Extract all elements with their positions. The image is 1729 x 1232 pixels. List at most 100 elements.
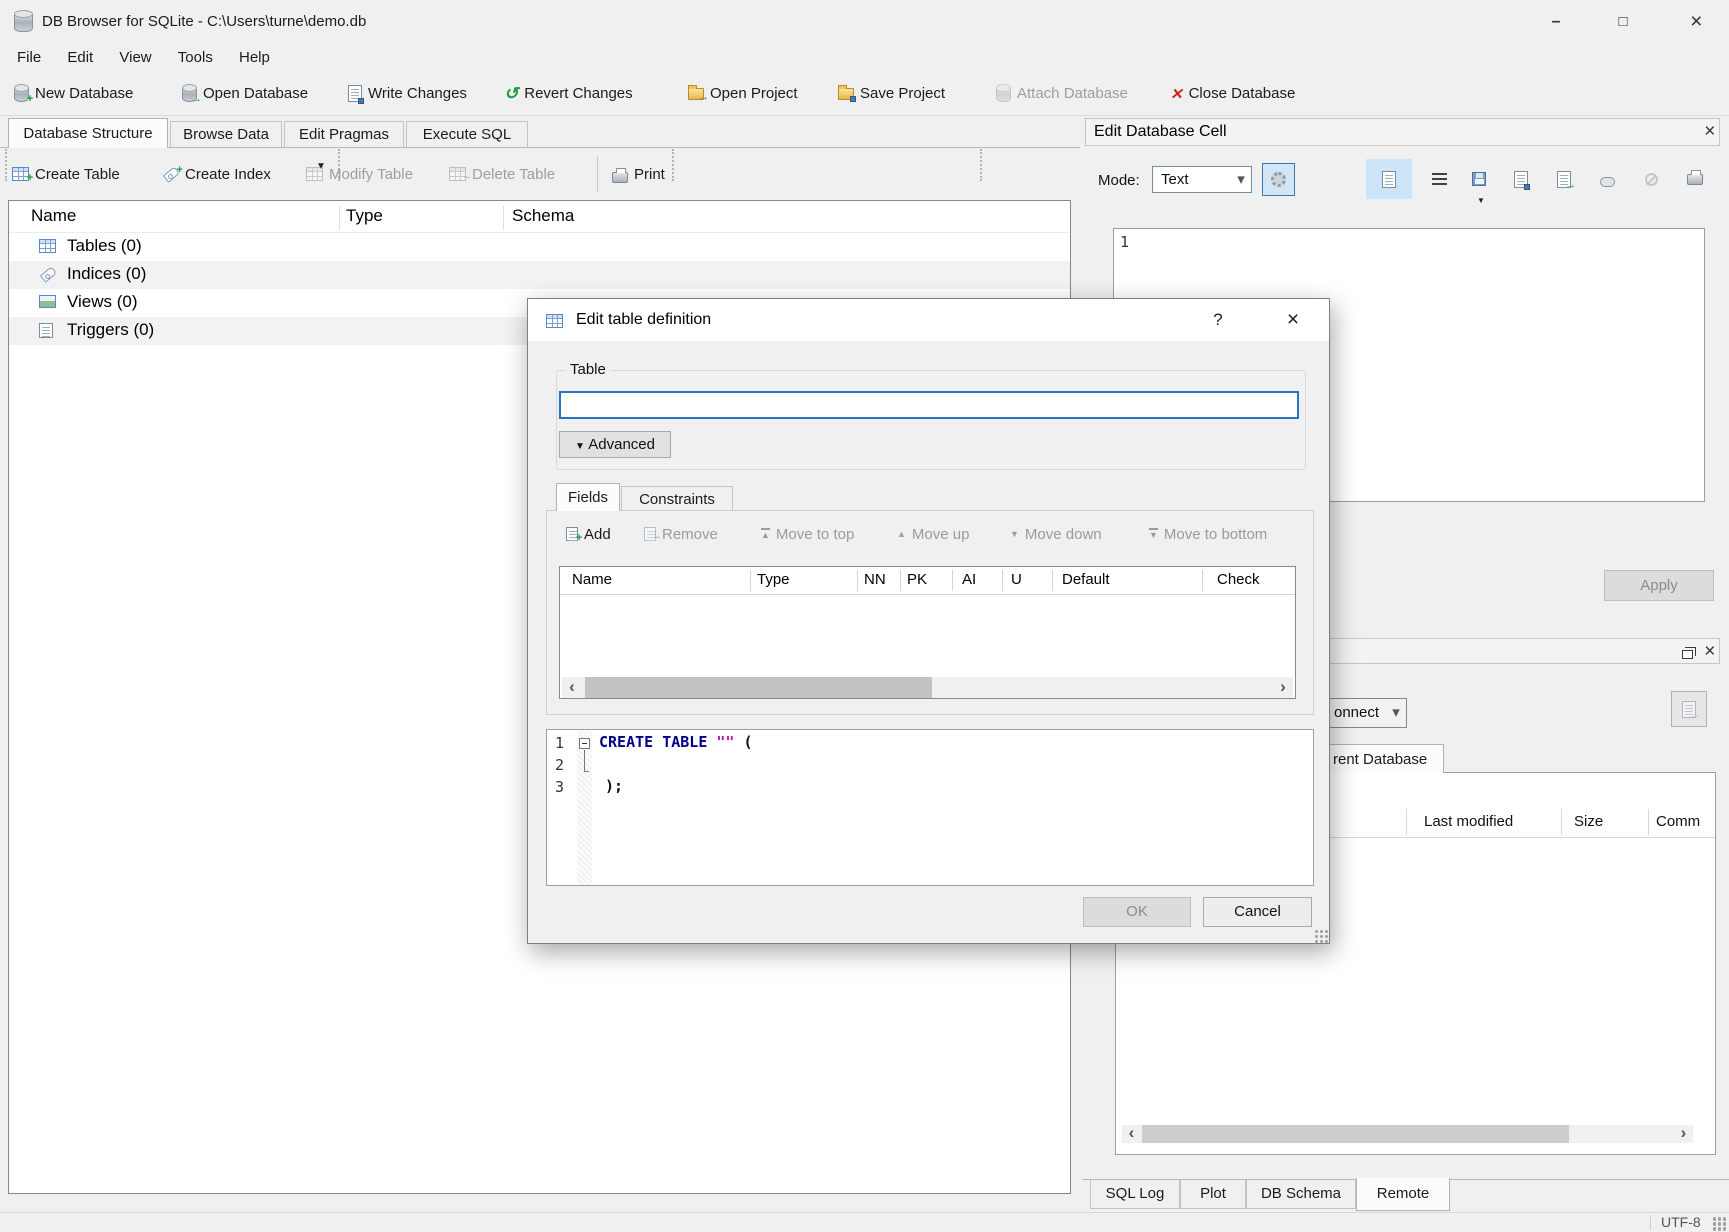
- export-data-button[interactable]: [1508, 166, 1534, 192]
- tab-constraints[interactable]: Constraints: [621, 486, 733, 511]
- tree-row-tables[interactable]: Tables (0): [9, 233, 1070, 261]
- fold-collapse-icon[interactable]: [579, 738, 590, 749]
- col-name[interactable]: Name: [572, 571, 612, 588]
- tab-database-structure[interactable]: Database Structure: [8, 118, 168, 148]
- menu-help[interactable]: Help: [228, 44, 281, 71]
- print-icon: [612, 172, 628, 183]
- float-panel-icon[interactable]: [1682, 650, 1693, 659]
- dialog-title: Edit table definition: [576, 299, 711, 341]
- close-button[interactable]: [1674, 0, 1718, 44]
- close-panel-icon[interactable]: [1704, 119, 1715, 145]
- column-divider[interactable]: [339, 206, 340, 230]
- new-database-icon: [14, 85, 29, 102]
- column-divider: [900, 570, 901, 591]
- col-default[interactable]: Default: [1062, 571, 1110, 588]
- auto-apply-toggle[interactable]: [1262, 163, 1295, 196]
- print-button[interactable]: Print: [612, 152, 665, 196]
- new-database-button[interactable]: New Database: [14, 71, 133, 116]
- tree-column-schema[interactable]: Schema: [512, 206, 574, 226]
- tree-column-type[interactable]: Type: [346, 206, 383, 226]
- sql-line-1: CREATE TABLE "" (: [599, 733, 753, 751]
- text-mode-button[interactable]: [1366, 159, 1412, 199]
- mode-select[interactable]: Text: [1152, 166, 1252, 193]
- tab-remote[interactable]: Remote: [1356, 1178, 1450, 1211]
- scroll-right-icon[interactable]: [1273, 677, 1293, 698]
- link-data-button[interactable]: [1594, 166, 1620, 192]
- structure-toolbar: Create Table Create Index Modify Table D…: [0, 152, 1080, 196]
- move-up-icon: ▲: [897, 530, 906, 539]
- tab-db-schema[interactable]: DB Schema: [1246, 1180, 1356, 1209]
- tab-execute-sql[interactable]: Execute SQL: [406, 121, 528, 147]
- scroll-right-icon[interactable]: [1674, 1125, 1693, 1143]
- close-panel-icon[interactable]: [1704, 639, 1715, 665]
- col-pk[interactable]: PK: [907, 571, 927, 588]
- clone-icon: [1682, 701, 1696, 718]
- tab-browse-data[interactable]: Browse Data: [170, 121, 282, 147]
- advanced-toggle-button[interactable]: ▼ Advanced: [559, 431, 671, 458]
- open-external-button[interactable]: [1551, 166, 1577, 192]
- create-index-button[interactable]: Create Index: [164, 152, 271, 196]
- scroll-left-icon[interactable]: [562, 677, 582, 698]
- col-ai[interactable]: AI: [962, 571, 976, 588]
- import-data-button[interactable]: [1466, 166, 1492, 192]
- cancel-button[interactable]: Cancel: [1203, 897, 1312, 927]
- import-dropdown-arrow[interactable]: ▼: [1477, 196, 1485, 205]
- maximize-button[interactable]: [1601, 0, 1645, 44]
- col-type[interactable]: Type: [757, 571, 790, 588]
- minimize-button[interactable]: [1534, 0, 1578, 44]
- menu-view[interactable]: View: [108, 44, 162, 71]
- add-field-button[interactable]: Add: [566, 521, 611, 547]
- remote-column-size[interactable]: Size: [1574, 813, 1603, 830]
- table-name-input[interactable]: [559, 391, 1299, 419]
- edit-cell-panel-titlebar[interactable]: Edit Database Cell: [1085, 118, 1720, 146]
- word-wrap-icon: [1432, 173, 1447, 185]
- sql-preview[interactable]: 1 2 3 CREATE TABLE "" ( );: [546, 729, 1314, 886]
- col-check[interactable]: Check: [1217, 571, 1260, 588]
- window-title: DB Browser for SQLite - C:\Users\turne\d…: [42, 0, 366, 44]
- save-project-button[interactable]: Save Project: [838, 71, 945, 116]
- dialog-titlebar[interactable]: Edit table definition ? ×: [528, 299, 1329, 341]
- word-wrap-button[interactable]: [1426, 166, 1452, 192]
- tab-fields[interactable]: Fields: [556, 483, 620, 511]
- open-database-button[interactable]: Open Database: [182, 71, 308, 116]
- column-divider[interactable]: [503, 206, 504, 230]
- create-table-button[interactable]: Create Table: [12, 152, 120, 196]
- status-bar: UTF-8: [0, 1212, 1729, 1232]
- set-null-icon: [1645, 173, 1658, 186]
- db-browser-window: DB Browser for SQLite - C:\Users\turne\d…: [0, 0, 1729, 1232]
- write-changes-button[interactable]: Write Changes: [348, 71, 467, 116]
- revert-changes-icon: [504, 85, 518, 102]
- remote-column-last-modified[interactable]: Last modified: [1424, 813, 1513, 830]
- scroll-left-icon[interactable]: [1122, 1125, 1141, 1143]
- h-scrollbar-thumb[interactable]: [585, 677, 932, 698]
- menu-file[interactable]: File: [6, 44, 52, 71]
- chevron-down-icon: ▼: [575, 441, 585, 452]
- edit-table-definition-dialog: Edit table definition ? × Table ▼ Advanc…: [527, 298, 1330, 944]
- menu-tools[interactable]: Tools: [167, 44, 224, 71]
- menu-edit[interactable]: Edit: [56, 44, 104, 71]
- table-icon: [546, 314, 563, 328]
- write-changes-icon: [348, 85, 362, 102]
- tab-sql-log[interactable]: SQL Log: [1090, 1180, 1180, 1209]
- dialog-resize-grip[interactable]: [1314, 929, 1328, 943]
- remote-column-commit[interactable]: Comm: [1656, 813, 1700, 830]
- col-u[interactable]: U: [1011, 571, 1022, 588]
- encoding-indicator[interactable]: UTF-8: [1661, 1214, 1701, 1230]
- col-nn[interactable]: NN: [864, 571, 886, 588]
- open-external-icon: [1557, 171, 1571, 188]
- move-to-bottom-icon: ▼: [1149, 528, 1158, 540]
- tree-row-indices[interactable]: Indices (0): [9, 261, 1070, 289]
- revert-changes-button[interactable]: Revert Changes: [504, 71, 633, 116]
- tab-plot[interactable]: Plot: [1180, 1180, 1246, 1209]
- resize-grip[interactable]: [1712, 1216, 1726, 1230]
- tree-header: Name Type Schema: [9, 201, 1070, 233]
- dialog-close-button[interactable]: ×: [1270, 299, 1316, 341]
- open-project-button[interactable]: Open Project: [688, 71, 798, 116]
- close-database-button[interactable]: Close Database: [1170, 71, 1295, 116]
- tree-column-name[interactable]: Name: [31, 206, 76, 226]
- help-button[interactable]: ?: [1198, 299, 1238, 341]
- title-bar: DB Browser for SQLite - C:\Users\turne\d…: [0, 0, 1729, 44]
- tab-edit-pragmas[interactable]: Edit Pragmas: [284, 121, 404, 147]
- h-scrollbar-thumb[interactable]: [1142, 1125, 1569, 1143]
- print-cell-button[interactable]: [1682, 166, 1708, 192]
